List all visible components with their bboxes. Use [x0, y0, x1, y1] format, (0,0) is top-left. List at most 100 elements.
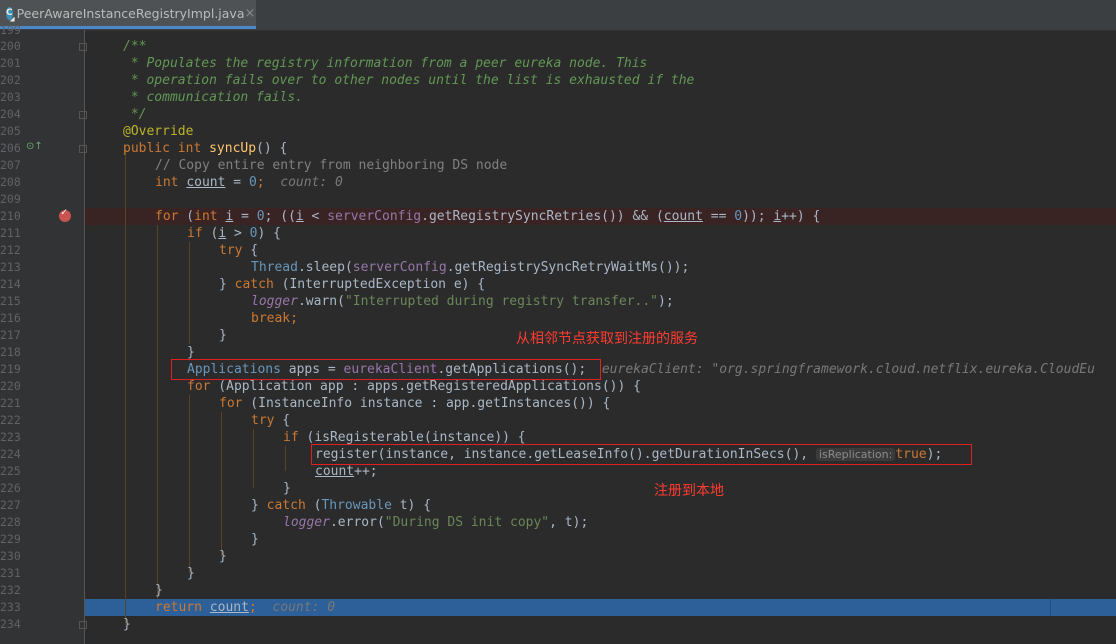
code-line[interactable]: } [85, 548, 1116, 565]
code-line[interactable]: return count; count: 0 [85, 599, 1116, 616]
variable: i [295, 209, 304, 224]
code-text: } catch (Throwable t) { [251, 497, 431, 514]
code-text: } [219, 328, 227, 343]
variable: count [209, 600, 249, 615]
code-line[interactable]: for (Application app : apps.getRegistere… [85, 378, 1116, 395]
code-line[interactable]: } catch (InterruptedException e) { [85, 276, 1116, 293]
static-field: logger [251, 294, 298, 309]
code-text: // Copy entire entry from neighboring DS… [155, 158, 508, 173]
line-number: 229 [0, 532, 21, 546]
code-fragment: , t); [549, 515, 589, 530]
code-fragment: ++) { [781, 209, 821, 224]
code-text: } [219, 549, 227, 564]
code-fragment: ( [298, 430, 315, 445]
line-number: 205 [0, 124, 21, 138]
code-fragment: ( [202, 226, 219, 241]
breakpoint-icon[interactable] [59, 207, 71, 222]
code-line[interactable]: public int syncUp() { [85, 140, 1116, 157]
code-text: if (i > 0) { [187, 225, 281, 242]
annotation-note-register-local: 注册到本地 [654, 483, 724, 499]
field: serverConfig [327, 209, 422, 224]
override-gutter-icon[interactable]: ⊙↑ [26, 141, 43, 152]
code-fragment: = [225, 175, 249, 190]
code-line[interactable]: } [85, 531, 1116, 548]
code-fragment: . [421, 209, 429, 224]
line-number: 228 [0, 515, 21, 529]
class-name: InstanceInfo [258, 396, 353, 411]
code-line[interactable]: */ [85, 106, 1116, 123]
method-call: getRegisteredApplications [406, 379, 602, 394]
close-icon[interactable]: × [244, 6, 255, 21]
line-number: 213 [0, 260, 21, 274]
highlight-box-register [311, 444, 972, 465]
code-editor[interactable]: 199 200 201 202 203 204 205 206 207 208 … [0, 23, 1116, 644]
code-fragment: e) { [446, 277, 486, 292]
code-line[interactable]: logger.error("During DS init copy", t); [85, 514, 1116, 531]
code-line[interactable]: } [85, 565, 1116, 582]
java-class-icon: C [6, 6, 13, 20]
code-line[interactable]: * Populates the registry information fro… [85, 55, 1116, 72]
code-fragment: ()); [658, 260, 690, 275]
line-number: 204 [0, 107, 21, 121]
code-line[interactable]: count++; [85, 463, 1116, 480]
code-line[interactable]: int count = 0; count: 0 [85, 174, 1116, 191]
code-text: for (Application app : apps.getRegistere… [187, 378, 641, 395]
line-number: 216 [0, 311, 21, 325]
code-fragment: . [297, 260, 306, 275]
code-line[interactable]: for (int i = 0; ((i < serverConfig.getRe… [85, 208, 1116, 225]
code-line[interactable]: } catch (Throwable t) { [85, 497, 1116, 514]
code-fragment [202, 600, 210, 615]
code-text: } [283, 481, 291, 496]
code-line[interactable]: // Copy entire entry from neighboring DS… [85, 157, 1116, 174]
code-line[interactable]: try { [85, 242, 1116, 259]
code-text: /** [123, 39, 147, 54]
code-text: } [123, 617, 131, 632]
code-line[interactable]: try { [85, 412, 1116, 429]
keyword: for [155, 209, 179, 224]
code-line[interactable]: logger.warn("Interrupted during registry… [85, 293, 1116, 310]
code-text: int count = 0; count: 0 [155, 174, 343, 191]
code-text: } [187, 566, 195, 581]
line-number: 214 [0, 277, 21, 291]
line-number: 201 [0, 56, 21, 70]
line-number: 221 [0, 396, 21, 410]
code-line[interactable]: Thread.sleep(serverConfig.getRegistrySyn… [85, 259, 1116, 276]
field: serverConfig [352, 260, 447, 275]
line-number: 225 [0, 464, 21, 478]
line-number: 232 [0, 583, 21, 597]
code-line[interactable]: for (InstanceInfo instance : app.getInst… [85, 395, 1116, 412]
code-line[interactable]: @Override [85, 123, 1116, 140]
line-number: 226 [0, 481, 21, 495]
code-fragment: ( [337, 294, 345, 309]
code-fragment: ( [273, 277, 290, 292]
code-line[interactable]: } [85, 616, 1116, 633]
line-number: 200 [0, 39, 21, 53]
method-call: warn [305, 294, 338, 309]
line-number: 231 [0, 566, 21, 580]
code-line[interactable]: break; [85, 310, 1116, 327]
code-fragment: ); [658, 294, 674, 309]
line-number: 199 [0, 23, 21, 37]
code-line[interactable]: if (i > 0) { [85, 225, 1116, 242]
line-number: 234 [0, 617, 21, 631]
method-call: isRegisterable [314, 430, 424, 445]
editor-tab-bar: C PeerAwareInstanceRegistryImpl.java × [0, 0, 1116, 31]
code-line[interactable]: * operation fails over to other nodes un… [85, 72, 1116, 89]
code-fragment: ( [344, 260, 353, 275]
line-number: 230 [0, 549, 21, 563]
code-fragment: = [233, 209, 257, 224]
code-fragment: < [303, 209, 328, 224]
number: 0 [734, 209, 743, 224]
code-text: } [251, 532, 259, 547]
keyword: try [219, 243, 243, 258]
code-line[interactable]: /** [85, 38, 1116, 55]
code-fragment: == [702, 209, 735, 224]
class-name: Application [226, 379, 313, 394]
code-line[interactable]: } [85, 582, 1116, 599]
keyword: int [155, 175, 179, 190]
keyword: for [219, 396, 243, 411]
code-line[interactable]: } [85, 480, 1116, 497]
code-line[interactable]: * communication fails. [85, 89, 1116, 106]
keyword: catch [234, 277, 274, 292]
variable: count [186, 175, 226, 190]
